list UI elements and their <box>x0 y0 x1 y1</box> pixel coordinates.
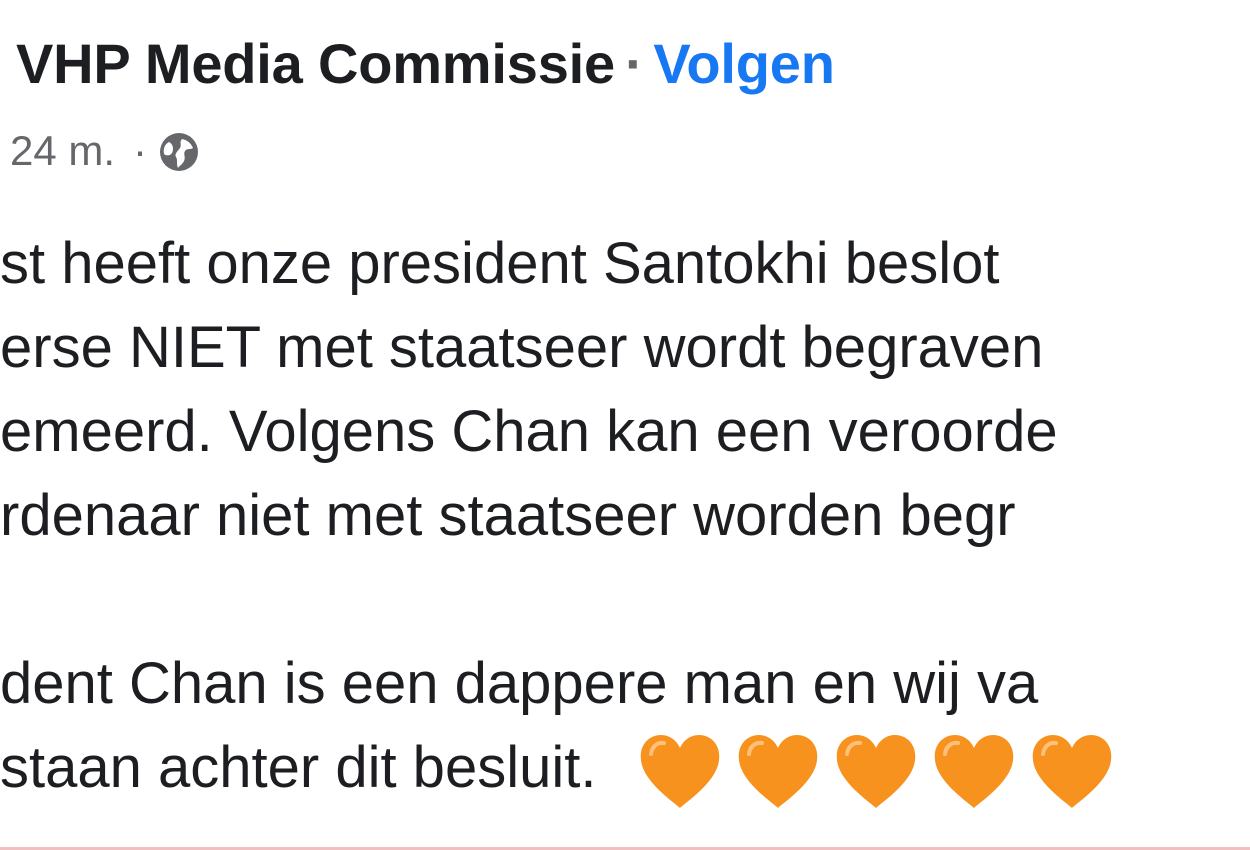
post-text-line-with-emoji: staan achter dit besluit. <box>0 726 1250 810</box>
meta-separator: · <box>133 127 148 174</box>
post-text-line: dent Chan is een dappere man en wij va <box>0 651 1039 716</box>
orange-heart-icon <box>1029 732 1115 812</box>
orange-heart-icon <box>735 732 821 812</box>
post-text-line: emeerd. Volgens Chan kan een veroorde <box>0 399 1058 464</box>
orange-heart-icon <box>637 732 723 812</box>
globe-icon[interactable] <box>157 129 201 173</box>
post-text-line: st heeft onze president Santokhi beslot <box>0 231 1000 296</box>
author-name-link[interactable]: VHP Media Commissie <box>16 32 615 95</box>
post-timestamp-link[interactable]: 24 m. <box>10 120 115 182</box>
post-meta: 24 m. · <box>10 120 201 182</box>
orange-heart-icon <box>833 732 919 812</box>
post-text-line: rdenaar niet met staatseer worden begr <box>0 483 1016 548</box>
emoji-row <box>637 732 1115 812</box>
header-separator: · <box>624 32 644 95</box>
post-header: VHP Media Commissie · Volgen <box>0 28 835 100</box>
facebook-post: VHP Media Commissie · Volgen 24 m. · st he… <box>0 0 1250 850</box>
post-text-span: staan achter dit besluit. <box>0 735 597 800</box>
follow-button[interactable]: Volgen <box>653 32 835 95</box>
post-text-line: erse NIET met staatseer wordt begraven <box>0 315 1044 380</box>
post-body-paragraph-2: dent Chan is een dappere man en wij va s… <box>0 642 1250 810</box>
orange-heart-icon <box>931 732 1017 812</box>
post-body-paragraph-1: st heeft onze president Santokhi beslot … <box>0 222 1250 558</box>
